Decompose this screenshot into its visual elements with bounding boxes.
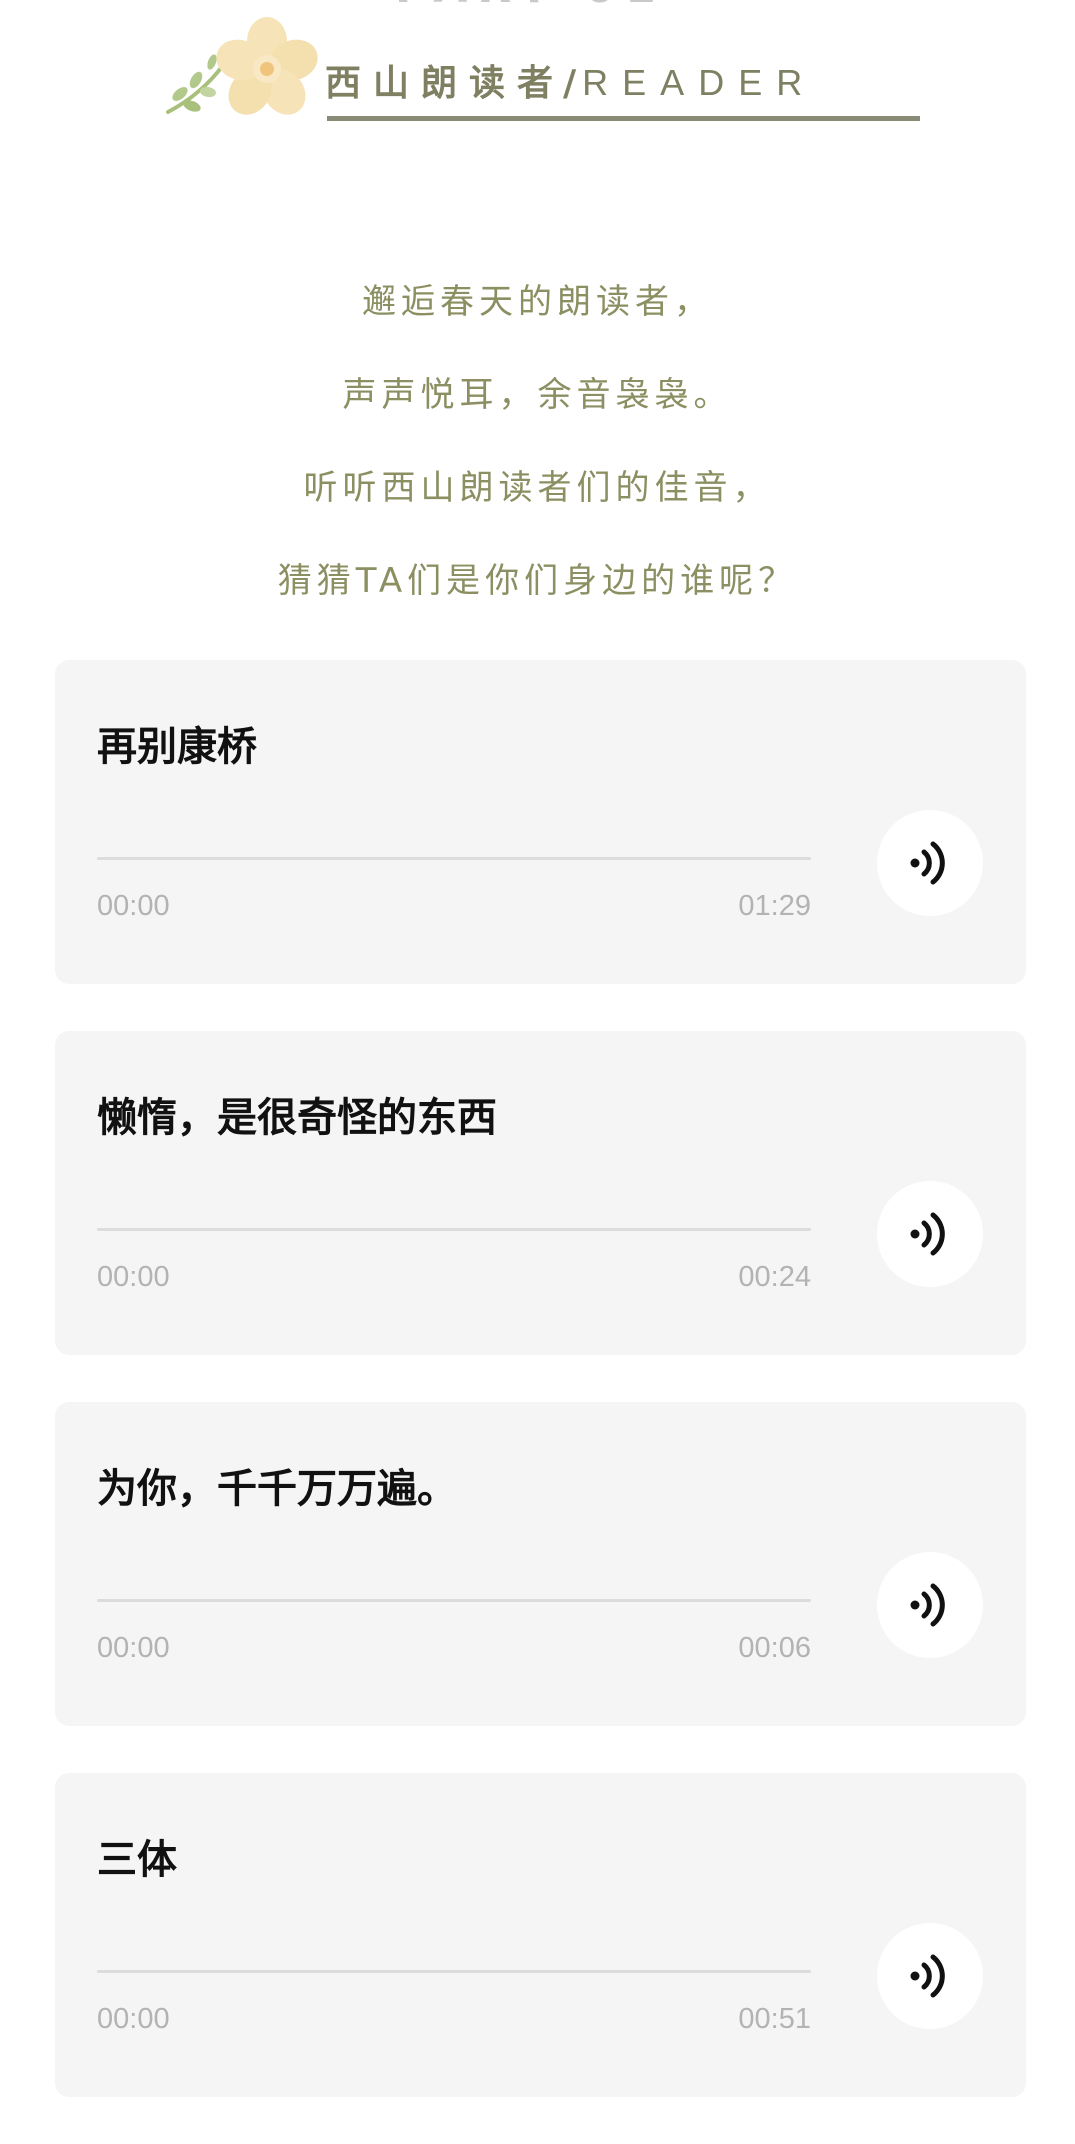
audio-track-list: 再别康桥 00:00 01:29 懒惰，是很奇怪的东西 00:00 00:24 … (55, 660, 1026, 2144)
audio-track-card: 懒惰，是很奇怪的东西 00:00 00:24 (55, 1031, 1026, 1355)
progress-bar[interactable] (97, 1228, 811, 1231)
current-time: 00:00 (97, 2003, 170, 2035)
track-title: 为你，千千万万遍。 (97, 1466, 457, 1512)
title-underline (327, 116, 920, 121)
sound-wave-icon (910, 1212, 945, 1256)
section-title-separator: / (563, 63, 577, 104)
total-duration: 01:29 (738, 890, 811, 922)
total-duration: 00:06 (738, 1632, 811, 1664)
total-duration: 00:24 (738, 1261, 811, 1293)
progress-bar[interactable] (97, 1599, 811, 1602)
audio-track-card: 再别康桥 00:00 01:29 (55, 660, 1026, 984)
track-title: 懒惰，是很奇怪的东西 (97, 1095, 497, 1141)
section-title-cn: 西山朗读者 (325, 63, 566, 104)
part-label: PART 01 (395, 0, 666, 13)
track-title: 三体 (97, 1837, 177, 1883)
progress-bar[interactable] (97, 1970, 811, 1973)
section-title-en: READER (582, 62, 817, 103)
audio-track-card: 为你，千千万万遍。 00:00 00:06 (55, 1402, 1026, 1726)
current-time: 00:00 (97, 890, 170, 922)
intro-text: 邂逅春天的朗读者， 声声悦耳，余音袅袅。 听听西山朗读者们的佳音， 猜猜TA们是… (0, 256, 1075, 628)
section-title: 西山朗读者/READER (325, 54, 816, 106)
intro-line: 听听西山朗读者们的佳音， (303, 468, 772, 508)
play-button[interactable] (877, 1552, 983, 1658)
current-time: 00:00 (97, 1632, 170, 1664)
track-title: 再别康桥 (97, 724, 257, 770)
play-button[interactable] (877, 1923, 983, 2029)
total-duration: 00:51 (738, 2003, 811, 2035)
header: PART 01 西山朗读者/READER (0, 0, 1075, 140)
flower-icon (166, 17, 318, 115)
progress-bar[interactable] (97, 857, 811, 860)
current-time: 00:00 (97, 1261, 170, 1293)
play-button[interactable] (877, 810, 983, 916)
intro-line: 声声悦耳，余音袅袅。 (342, 375, 733, 415)
sound-wave-icon (910, 1583, 945, 1627)
intro-line: 猜猜TA们是你们身边的谁呢？ (277, 561, 798, 601)
intro-line: 邂逅春天的朗读者， (362, 282, 713, 322)
sound-wave-icon (910, 1954, 945, 1998)
audio-track-card: 三体 00:00 00:51 (55, 1773, 1026, 2097)
sound-wave-icon (910, 841, 945, 885)
play-button[interactable] (877, 1181, 983, 1287)
